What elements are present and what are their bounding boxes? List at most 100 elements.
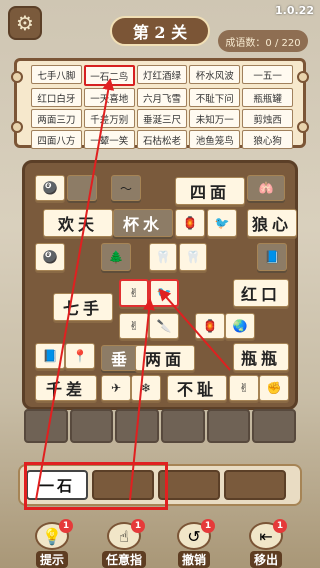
victory-hand-icon: ✌ [128,286,140,300]
hint-badge: 1 [59,519,73,533]
knife-icon: 🔪 [156,319,172,333]
remove-badge: 1 [273,519,287,533]
undo-label: 撤销 [177,551,210,568]
tile-victory-c[interactable]: ✌ [229,375,259,401]
idiom-cell: 石枯松老 [136,130,188,149]
tile-hongkou[interactable]: 红口 [233,279,289,307]
tile-tree: 🌲 [101,243,131,271]
idiom-cell: 杯水风波 [189,65,241,84]
undo-badge: 1 [201,519,215,533]
tile-knife[interactable]: 🔪 [149,313,179,339]
snow-icon: ❄ [140,381,152,395]
tile-book-b[interactable]: 📘 [35,343,65,369]
idiom-board: 七手八脚 一石二鸟 灯红酒绿 杯水风波 一五一 红口白牙 一天喜地 六月飞雪 不耻下问 瓶瓶罐 两面… [11,58,309,149]
tile-bird-b[interactable]: 🐦 [149,279,179,307]
tile-fist[interactable]: ✊ [259,375,289,401]
tile-lungs: 🫁 [247,175,285,201]
any-finger-button[interactable]: ☝ 1 任意指 [100,519,148,568]
idiom-cell: 一石二鸟 [83,65,135,86]
idiom-cell: 狼心狗 [242,130,293,149]
victory-hand-icon: ✌ [238,381,250,395]
idiom-grid: 七手八脚 一石二鸟 灯红酒绿 杯水风波 一五一 红口白牙 一天喜地 六月飞雪 不耻下问 瓶瓶罐 两面… [31,65,293,149]
idiom-cell: 千差万别 [83,109,135,128]
tile-eight-ball-b[interactable]: 🎱 [35,243,65,271]
tile-tooth-b[interactable]: 🦷 [179,243,207,271]
gear-icon: ⚙ [16,11,34,35]
tile-bird-a[interactable]: 🐦 [207,209,237,237]
empty-slot [115,409,160,443]
any-finger-badge: 1 [131,519,145,533]
undo-button[interactable]: ↺ 1 撤销 [170,519,218,568]
hint-label: 提示 [35,551,68,568]
idiom-cell: 垂涎三尺 [136,109,188,128]
lantern-icon: 🏮 [202,319,218,333]
idiom-cell: 四面八方 [31,130,82,149]
idiom-cell: 一五一 [242,65,293,84]
tile-qiancha[interactable]: 千差 [35,375,97,401]
lungs-icon: 🫁 [258,181,274,195]
tile-buchi[interactable]: 不耻 [167,375,227,401]
remove-button[interactable]: ⇤ 1 移出 [242,519,290,568]
tile-board: 🎱 〜 四面 🫁 欢天 杯水 🏮 🐦 狼心 🎱 🌲 🦷 🦷 📘 七手 ✌ 🐦 红… [22,160,298,410]
finger-icon: ☝ 1 [107,519,145,550]
idiom-cell: 瓶瓶罐 [242,88,293,107]
tile-langxin[interactable]: 狼心 [247,209,297,237]
idiom-count-badge: 成语数：0 / 220 [218,30,308,52]
remove-icon: ⇤ 1 [249,519,287,550]
tile-pin[interactable]: 📍 [65,343,95,369]
plane-icon: ✈ [110,381,122,395]
tree-icon: 🌲 [108,250,124,264]
tile-qishou[interactable]: 七手 [53,293,113,321]
tile-lantern[interactable]: 🏮 [175,209,205,237]
victory-hand-icon: ✌ [128,319,140,333]
wave-icon: 〜 [119,181,132,196]
book-icon: 📘 [264,250,280,264]
tile-huantian[interactable]: 欢天 [43,209,113,237]
tray-slot-4[interactable] [224,470,286,500]
book-icon: 📘 [42,349,58,363]
idiom-cell: 一天喜地 [83,88,135,107]
idiom-cell: 一颦一笑 [83,130,135,149]
eight-ball-icon: 🎱 [42,181,58,195]
tile-wave: 〜 [111,175,141,201]
tile-victory-a[interactable]: ✌ [119,279,149,307]
tile-eight-ball[interactable]: 🎱 [35,175,65,201]
idiom-cell: 七手八脚 [31,65,82,84]
idiom-cell: 池鱼笼鸟 [189,130,241,149]
empty-slot-row [24,409,297,443]
idiom-cell: 剪烛西 [242,109,293,128]
empty-slot [252,409,297,443]
globe-icon: 🌏 [232,319,248,333]
tile-book: 📘 [257,243,287,271]
idiom-cell: 六月飞雪 [136,88,188,107]
any-finger-label: 任意指 [101,551,146,568]
hint-button[interactable]: 💡 1 提示 [28,519,76,568]
settings-button[interactable]: ⚙ [8,6,42,40]
undo-icon: ↺ 1 [177,519,215,550]
empty-slot [24,409,68,443]
idiom-cell: 未知万一 [189,109,241,128]
empty-slot [161,409,205,443]
tile-globe[interactable]: 🌏 [225,313,255,339]
idiom-cell: 不耻下问 [189,88,241,107]
empty-slot [69,409,114,443]
remove-label: 移出 [249,551,282,568]
idiom-cell: 红口白牙 [31,88,82,107]
tile-tooth-a[interactable]: 🦷 [149,243,177,271]
tile-simian[interactable]: 四面 [175,177,245,205]
tile-pingping[interactable]: 瓶瓶 [233,343,289,371]
tile-liangmian[interactable]: 两面 [135,345,195,371]
tile-lantern-b[interactable]: 🏮 [195,313,225,339]
tile-snow[interactable]: ❄ [131,375,161,401]
version-label: 1.0.22 [275,4,314,17]
idiom-cell: 灯红酒绿 [136,65,188,84]
empty-slot [206,409,251,443]
pin-icon: 📍 [72,349,88,363]
bird-icon: 🐦 [214,216,230,230]
bird-icon: 🐦 [156,286,172,300]
level-title: 第 2 关 [110,16,210,46]
tile-blank [67,175,97,201]
tile-plane[interactable]: ✈ [101,375,131,401]
tile-victory-b[interactable]: ✌ [119,313,149,339]
fist-icon: ✊ [266,381,282,395]
